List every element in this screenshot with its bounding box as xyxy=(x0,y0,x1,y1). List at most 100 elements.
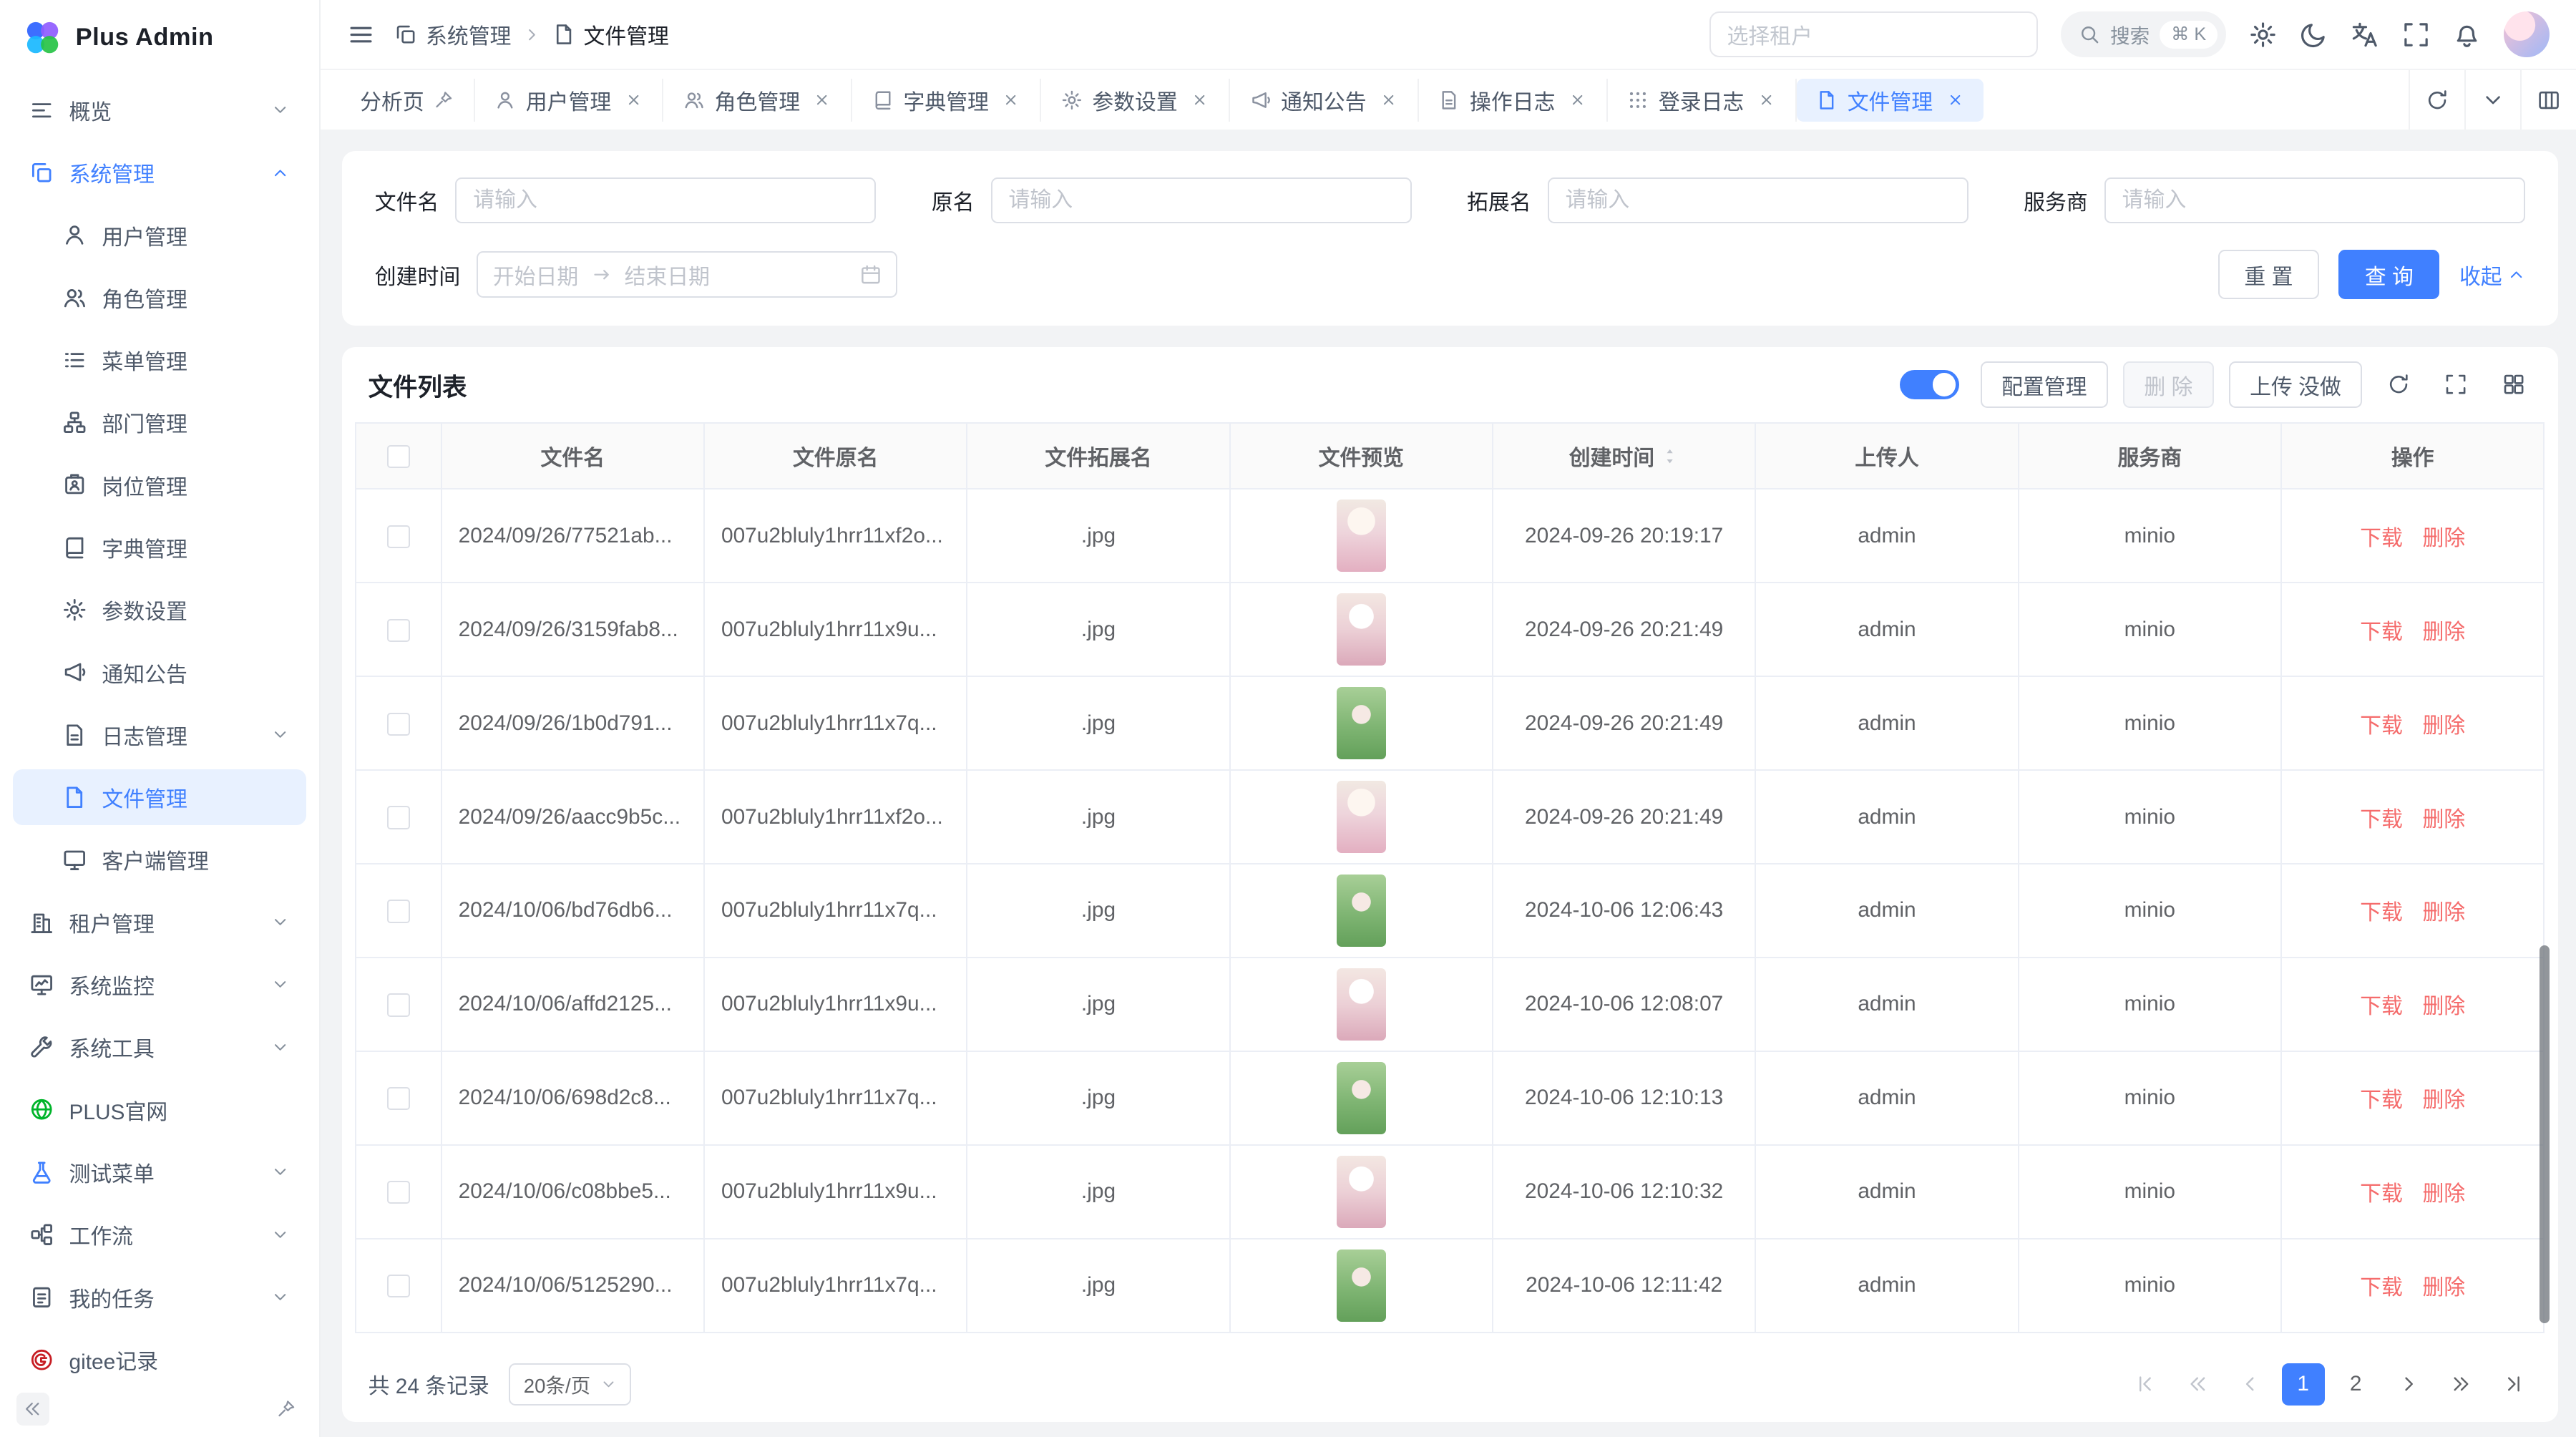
fullscreen-button[interactable] xyxy=(2402,21,2430,49)
delete-link[interactable]: 删除 xyxy=(2422,995,2465,1018)
preview-thumbnail[interactable] xyxy=(1337,875,1386,947)
sidebar-item-overview[interactable]: 概览 xyxy=(13,82,306,138)
delete-link[interactable]: 删除 xyxy=(2422,714,2465,738)
tab-close-button[interactable] xyxy=(1568,91,1586,109)
sidebar-item-dict[interactable]: 字典管理 xyxy=(13,520,306,575)
config-management-button[interactable]: 配置管理 xyxy=(1981,361,2109,407)
filter-input-ext[interactable] xyxy=(1548,177,1968,223)
breadcrumb-item-file[interactable]: 文件管理 xyxy=(552,19,669,50)
upload-button[interactable]: 上传 没做 xyxy=(2229,361,2363,407)
delete-link[interactable]: 删除 xyxy=(2422,620,2465,644)
sidebar-item-post[interactable]: 岗位管理 xyxy=(13,457,306,513)
table-columns-button[interactable] xyxy=(2492,364,2535,406)
search-submit-button[interactable]: 查 询 xyxy=(2338,250,2439,299)
reset-button[interactable]: 重 置 xyxy=(2218,250,2319,299)
tab-user[interactable]: 用户管理 xyxy=(475,79,664,122)
row-checkbox[interactable] xyxy=(387,1275,410,1297)
settings-button[interactable] xyxy=(2249,21,2277,49)
tab-role[interactable]: 角色管理 xyxy=(663,79,852,122)
row-checkbox[interactable] xyxy=(387,806,410,829)
preview-thumbnail[interactable] xyxy=(1337,1250,1386,1322)
sidebar-collapse-button[interactable] xyxy=(16,1393,49,1426)
delete-link[interactable]: 删除 xyxy=(2422,1182,2465,1206)
fast-next-button[interactable] xyxy=(2439,1363,2482,1406)
preview-thumbnail[interactable] xyxy=(1337,500,1386,572)
filter-input-name[interactable] xyxy=(455,177,876,223)
tab-close-button[interactable] xyxy=(813,91,831,109)
tab-dict[interactable]: 字典管理 xyxy=(852,79,1041,122)
tab-close-button[interactable] xyxy=(1757,91,1775,109)
download-link[interactable]: 下载 xyxy=(2360,620,2403,644)
download-link[interactable]: 下载 xyxy=(2360,901,2403,925)
collapse-filters-link[interactable]: 收起 xyxy=(2459,259,2525,291)
tab-analysis[interactable]: 分析页 xyxy=(341,79,475,122)
tab-oplog[interactable]: 操作日志 xyxy=(1419,79,1608,122)
global-search-button[interactable]: 搜索 ⌘ K xyxy=(2061,11,2226,57)
tab-loginlog[interactable]: 登录日志 xyxy=(1608,79,1797,122)
tab-close-button[interactable] xyxy=(1380,91,1397,109)
first-page-button[interactable] xyxy=(2124,1363,2167,1406)
sidebar-item-tools[interactable]: 系统工具 xyxy=(13,1019,306,1075)
dark-mode-button[interactable] xyxy=(2300,21,2328,49)
download-link[interactable]: 下载 xyxy=(2360,1276,2403,1300)
table-fullscreen-button[interactable] xyxy=(2434,364,2477,406)
sidebar-item-dept[interactable]: 部门管理 xyxy=(13,394,306,450)
download-link[interactable]: 下载 xyxy=(2360,527,2403,550)
sidebar-item-monitor[interactable]: 系统监控 xyxy=(13,957,306,1013)
breadcrumb-item-system[interactable]: 系统管理 xyxy=(394,19,511,50)
tab-notice[interactable]: 通知公告 xyxy=(1230,79,1419,122)
sidebar-item-test[interactable]: 测试菜单 xyxy=(13,1144,306,1200)
page-size-select[interactable]: 20条/页 xyxy=(509,1363,631,1406)
delete-link[interactable]: 删除 xyxy=(2422,527,2465,550)
row-checkbox[interactable] xyxy=(387,1181,410,1204)
sidebar-item-workflow[interactable]: 工作流 xyxy=(13,1207,306,1262)
download-link[interactable]: 下载 xyxy=(2360,1088,2403,1112)
download-link[interactable]: 下载 xyxy=(2360,714,2403,738)
filter-input-original[interactable] xyxy=(991,177,1412,223)
sidebar-item-gitee[interactable]: gitee记录 xyxy=(13,1332,306,1388)
download-link[interactable]: 下载 xyxy=(2360,995,2403,1018)
delete-link[interactable]: 删除 xyxy=(2422,1088,2465,1112)
preview-thumbnail[interactable] xyxy=(1337,781,1386,853)
tab-close-button[interactable] xyxy=(1946,91,1964,109)
tab-param[interactable]: 参数设置 xyxy=(1041,79,1230,122)
sidebar-item-menu[interactable]: 菜单管理 xyxy=(13,332,306,388)
table-scrollbar[interactable] xyxy=(2540,945,2550,1323)
fast-prev-button[interactable] xyxy=(2177,1363,2220,1406)
date-range-picker[interactable]: 开始日期 结束日期 xyxy=(477,251,897,297)
next-page-button[interactable] xyxy=(2387,1363,2430,1406)
page-button-1[interactable]: 1 xyxy=(2282,1363,2325,1406)
sidebar-item-param[interactable]: 参数设置 xyxy=(13,582,306,638)
preview-thumbnail[interactable] xyxy=(1337,593,1386,666)
prev-page-button[interactable] xyxy=(2229,1363,2272,1406)
delete-link[interactable]: 删除 xyxy=(2422,901,2465,925)
preview-thumbnail[interactable] xyxy=(1337,968,1386,1041)
delete-link[interactable]: 删除 xyxy=(2422,808,2465,832)
delete-link[interactable]: 删除 xyxy=(2422,1276,2465,1300)
row-checkbox[interactable] xyxy=(387,993,410,1016)
preview-thumbnail[interactable] xyxy=(1337,687,1386,759)
sidebar-item-tenant[interactable]: 租户管理 xyxy=(13,895,306,950)
tenant-select[interactable]: 选择租户 xyxy=(1709,11,2038,57)
tab-file[interactable]: 文件管理 xyxy=(1797,79,1984,122)
row-checkbox[interactable] xyxy=(387,713,410,736)
download-link[interactable]: 下载 xyxy=(2360,1182,2403,1206)
sort-icon[interactable] xyxy=(1661,447,1679,465)
tab-layout-button[interactable] xyxy=(2520,70,2576,130)
preview-thumbnail[interactable] xyxy=(1337,1156,1386,1228)
sidebar-pin-button[interactable] xyxy=(270,1393,303,1426)
sidebar-item-client[interactable]: 客户端管理 xyxy=(13,832,306,887)
brand[interactable]: Plus Admin xyxy=(0,0,319,76)
sidebar-item-log[interactable]: 日志管理 xyxy=(13,707,306,763)
tab-close-button[interactable] xyxy=(1191,91,1209,109)
border-toggle[interactable] xyxy=(1900,370,1959,399)
sidebar-item-role[interactable]: 角色管理 xyxy=(13,270,306,326)
select-all-checkbox[interactable] xyxy=(387,445,410,468)
sidebar-item-site[interactable]: PLUS官网 xyxy=(13,1082,306,1138)
filter-input-provider[interactable] xyxy=(2104,177,2525,223)
page-button-2[interactable]: 2 xyxy=(2334,1363,2377,1406)
sidebar-item-system[interactable]: 系统管理 xyxy=(13,145,306,200)
row-checkbox[interactable] xyxy=(387,1087,410,1110)
sidebar-item-file[interactable]: 文件管理 xyxy=(13,769,306,825)
tab-close-button[interactable] xyxy=(1002,91,1020,109)
